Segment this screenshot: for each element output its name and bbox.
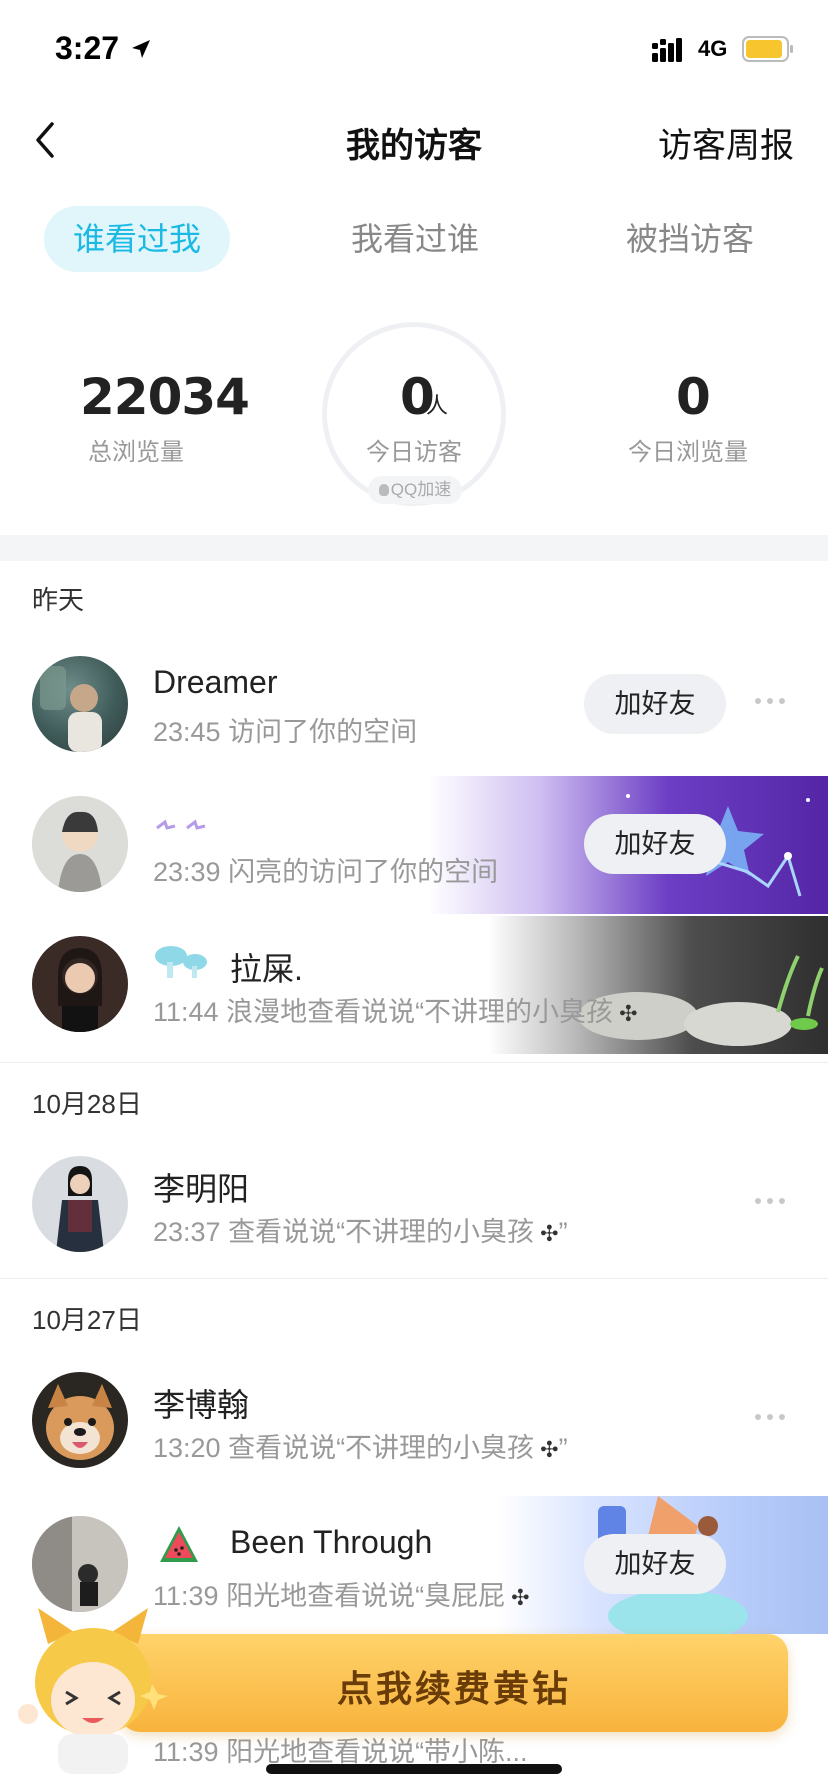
- avatar[interactable]: [32, 1372, 128, 1468]
- tab-who-viewed-me[interactable]: 谁看过我: [44, 206, 230, 272]
- visit-description-tail: ”: [558, 1217, 568, 1247]
- renew-yellow-diamond-label: 点我续费黄钻: [336, 1668, 571, 1709]
- visit-description-text: 11:39 阳光地查看说说“臭屁屁: [153, 1581, 506, 1611]
- weekly-report-link[interactable]: 访客周报: [658, 118, 794, 167]
- today-views-label: 今日浏览量: [628, 439, 748, 466]
- anger-emoji-icon: ✣: [534, 1221, 559, 1246]
- divider: [0, 1062, 828, 1063]
- avatar[interactable]: [32, 1516, 128, 1612]
- visit-description-text: 13:20 查看说说“不讲理的小臭孩: [153, 1433, 535, 1463]
- row-decoration-cave: [488, 916, 828, 1054]
- section-separator: [0, 535, 828, 561]
- visitor-row[interactable]: 拉屎. 11:44 浪漫地查看说说“不讲理的小臭孩 ✣: [0, 916, 828, 1054]
- qq-boost-badge[interactable]: QQ加速: [368, 476, 462, 504]
- visitor-name[interactable]: 李明阳: [153, 1164, 249, 1210]
- watermelon-name-icon: [160, 1526, 198, 1562]
- anger-emoji-icon: ✣: [613, 1001, 638, 1026]
- sparkle-name-icon: [156, 819, 206, 830]
- visitor-row[interactable]: 23:39 闪亮的访问了你的空间 加好友: [0, 776, 828, 914]
- visit-description-text: 23:37 查看说说“不讲理的小臭孩: [153, 1217, 535, 1247]
- visitor-row[interactable]: 李博翰 13:20 查看说说“不讲理的小臭孩 ✣”: [0, 1352, 828, 1490]
- avatar[interactable]: [32, 1156, 128, 1252]
- visit-description-tail: ”: [558, 1433, 568, 1463]
- location-arrow-icon: [132, 40, 150, 58]
- nav-bar: 我的访客 访客周报: [0, 100, 828, 180]
- tab-blocked-visitors[interactable]: 被挡访客: [605, 206, 775, 272]
- section-header-oct-28: 10月28日: [32, 1089, 142, 1119]
- mushroom-name-icon: [155, 946, 207, 978]
- today-views-value: 0: [676, 368, 711, 426]
- today-visitors-label: 今日访客: [366, 439, 462, 466]
- total-views-label: 总浏览量: [88, 439, 184, 466]
- visit-description: 23:45 访问了你的空间: [153, 717, 418, 747]
- more-options-icon[interactable]: [752, 1194, 788, 1208]
- visit-description: 23:39 闪亮的访问了你的空间: [153, 857, 499, 887]
- add-friend-button[interactable]: 加好友: [584, 1534, 726, 1594]
- qq-boost-label: QQ加速: [390, 480, 452, 499]
- more-options-icon[interactable]: [752, 1410, 788, 1424]
- tab-who-i-viewed[interactable]: 我看过谁: [330, 206, 500, 272]
- visitor-tabs: 谁看过我 我看过谁 被挡访客: [0, 206, 828, 272]
- visitor-stats: 22034 总浏览量 0 人 今日访客 QQ加速 0 今日浏览量: [0, 320, 828, 520]
- anger-emoji-icon: ✣: [505, 1585, 530, 1610]
- avatar[interactable]: [32, 796, 128, 892]
- visitor-row[interactable]: 李明阳 23:37 查看说说“不讲理的小臭孩 ✣”: [0, 1136, 828, 1274]
- visitor-name[interactable]: Been Through: [230, 1524, 432, 1561]
- visitor-row[interactable]: Dreamer 23:45 访问了你的空间 加好友: [0, 636, 828, 774]
- visit-description: 23:37 查看说说“不讲理的小臭孩 ✣”: [153, 1210, 568, 1249]
- status-time: 3:27: [55, 30, 120, 66]
- visitor-name[interactable]: Dreamer: [153, 664, 277, 701]
- more-options-icon[interactable]: [752, 694, 788, 708]
- visitor-name[interactable]: 拉屎.: [230, 944, 303, 990]
- mascot-cat-girl-icon: [18, 1608, 168, 1774]
- visit-description: 11:44 浪漫地查看说说“不讲理的小臭孩 ✣: [153, 990, 638, 1029]
- status-bar: 3:27 4G: [0, 0, 828, 96]
- visitor-name[interactable]: 李博翰: [153, 1380, 249, 1426]
- qq-penguin-icon: [378, 484, 389, 496]
- visit-description: 13:20 查看说说“不讲理的小臭孩 ✣”: [153, 1426, 568, 1465]
- avatar[interactable]: [32, 936, 128, 1032]
- section-header-oct-27: 10月27日: [32, 1305, 142, 1335]
- section-header-yesterday: 昨天: [32, 585, 85, 615]
- visit-description: 11:39 阳光地查看说说“臭屁屁 ✣: [153, 1574, 530, 1613]
- anger-emoji-icon: ✣: [534, 1437, 559, 1462]
- signal-icon: [652, 38, 682, 62]
- today-visitors-unit: 人: [426, 393, 449, 418]
- home-indicator: [266, 1764, 562, 1774]
- visit-description-text: 11:44 浪漫地查看说说“不讲理的小臭孩: [153, 997, 614, 1027]
- renew-yellow-diamond-banner[interactable]: 点我续费黄钻: [120, 1634, 788, 1732]
- network-type: 4G: [698, 36, 728, 61]
- add-friend-button[interactable]: 加好友: [584, 674, 726, 734]
- total-views-value: 22034: [80, 368, 250, 426]
- battery-icon: [742, 36, 793, 62]
- avatar[interactable]: [32, 656, 128, 752]
- add-friend-button[interactable]: 加好友: [584, 814, 726, 874]
- divider: [0, 1278, 828, 1279]
